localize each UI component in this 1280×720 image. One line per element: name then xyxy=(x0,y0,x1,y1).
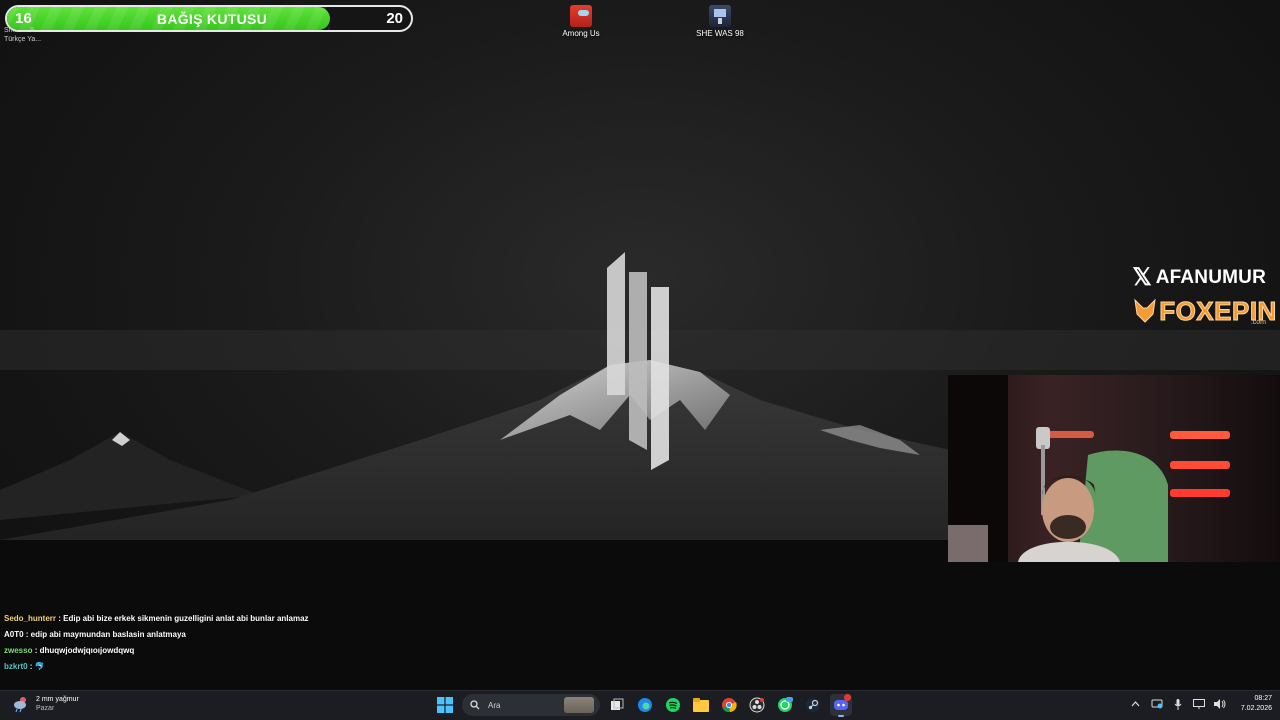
donation-goal-amount: 20 xyxy=(386,10,403,27)
active-app-indicator xyxy=(838,715,844,717)
desktop-shortcut-label: Among Us xyxy=(562,29,600,38)
weather-widget[interactable]: 2 mm yağmur Pazar xyxy=(12,695,79,713)
search-placeholder: Ara xyxy=(488,700,501,710)
streamer-webcam-image xyxy=(948,375,1230,562)
rain-cloud-icon xyxy=(14,697,26,713)
task-view-icon[interactable] xyxy=(606,694,628,716)
chat-username: bzkrt0 xyxy=(4,662,28,671)
chat-username: zwesso xyxy=(4,646,33,655)
chat-message: zwesso : dhuqwjodwjqıoıjowdqwq xyxy=(4,646,309,662)
mountain-wallpaper-art xyxy=(0,252,1280,690)
chrome-icon[interactable] xyxy=(718,694,740,716)
chat-message-text: 🐬 xyxy=(34,662,45,671)
sponsor-logo: FOXEPIN .com xyxy=(1133,298,1277,326)
whatsapp-icon[interactable] xyxy=(774,694,796,716)
display-icon[interactable] xyxy=(1192,698,1205,710)
chat-username: Sedo_hunterr xyxy=(4,614,57,623)
game-shortcut-icon xyxy=(709,5,731,27)
x-social-handle: 𝕏 AFANUMUR xyxy=(1132,266,1266,290)
chat-username: A0T0 xyxy=(4,630,24,639)
sponsor-domain-suffix: .com xyxy=(1250,319,1266,326)
windows-taskbar: 2 mm yağmur Pazar Ara 08:27 7.02.2026 xyxy=(0,690,1280,720)
chat-message-text: Edip abi bize erkek sikmenin guzelligini… xyxy=(63,614,309,623)
notification-badge xyxy=(844,694,851,701)
among-us-icon xyxy=(570,5,592,27)
stream-chat: Sedo_hunterr : Edip abi bize erkek sikme… xyxy=(4,614,309,678)
steam-icon[interactable] xyxy=(802,694,824,716)
chat-separator: : xyxy=(27,662,35,671)
taskbar-clock[interactable]: 08:27 7.02.2026 xyxy=(1241,694,1272,714)
weather-day: Pazar xyxy=(36,705,55,712)
fox-logo-icon xyxy=(1134,298,1156,323)
chat-message-text: dhuqwjodwjqıoıjowdqwq xyxy=(39,646,135,655)
overlay-caption-line1: Sh... .... 9... xyxy=(4,27,40,34)
chat-message: Sedo_hunterr : Edip abi bize erkek sikme… xyxy=(4,614,309,630)
windows-start-icon[interactable] xyxy=(434,694,456,716)
desktop-shortcut-she-was-98[interactable]: SHE WAS 98 xyxy=(685,2,755,38)
chat-separator: : xyxy=(23,630,31,639)
overlay-caption-line2: Türkçe Ya... xyxy=(4,36,42,43)
webcam-feed xyxy=(948,375,1280,562)
obs-icon[interactable] xyxy=(746,694,768,716)
desktop-wallpaper xyxy=(0,0,1280,690)
chat-message-text: edip abi maymundan baslasin anlatmaya xyxy=(30,630,186,639)
microphone-icon[interactable] xyxy=(1172,698,1184,710)
x-logo-icon: 𝕏 xyxy=(1132,264,1152,291)
desktop-shortcut-label: SHE WAS 98 xyxy=(696,29,744,38)
weather-condition: 2 mm yağmur xyxy=(36,696,79,703)
clock-date: 7.02.2026 xyxy=(1240,705,1272,712)
social-handle-text: AFANUMUR xyxy=(1155,267,1266,288)
taskbar-app-area: Ara xyxy=(434,694,852,717)
taskbar-search-box[interactable]: Ara xyxy=(462,694,600,716)
donation-progress-bar: 16 BAĞIŞ KUTUSU 20 xyxy=(5,5,413,32)
search-highlight-image xyxy=(564,697,594,713)
clock-time: 08:27 xyxy=(1254,695,1272,702)
spotify-icon[interactable] xyxy=(662,694,684,716)
chevron-up-icon[interactable] xyxy=(1130,698,1142,710)
system-tray: 08:27 7.02.2026 xyxy=(1130,694,1280,714)
discord-icon[interactable] xyxy=(830,694,852,717)
chat-separator: : xyxy=(32,646,40,655)
edge-icon[interactable] xyxy=(634,694,656,716)
chat-message: A0T0 : edip abi maymundan baslasin anlat… xyxy=(4,630,309,646)
network-sync-icon[interactable] xyxy=(1151,698,1163,710)
volume-icon[interactable] xyxy=(1213,698,1226,710)
search-icon xyxy=(470,700,480,710)
donation-title: BAĞIŞ KUTUSU xyxy=(156,11,268,27)
file-explorer-icon[interactable] xyxy=(690,694,712,716)
chat-message: bzkrt0 : 🐬 xyxy=(4,662,309,678)
desktop-shortcut-among-us[interactable]: Among Us xyxy=(546,2,616,38)
